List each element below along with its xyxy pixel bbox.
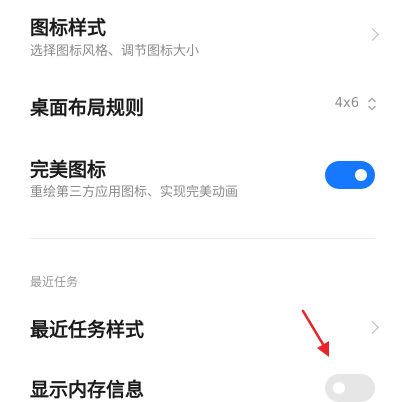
perfect-icons-toggle[interactable] — [325, 161, 375, 189]
icon-style-row[interactable]: 图标样式 选择图标风格、调节图标大小 — [0, 0, 405, 70]
perfect-icons-subtitle: 重绘第三方应用图标、实现完美动画 — [30, 185, 239, 200]
recent-task-style-row[interactable]: 最近任务样式 — [0, 305, 405, 350]
show-memory-info-toggle[interactable] — [325, 374, 375, 402]
toggle-knob — [333, 382, 345, 394]
perfect-icons-row: 完美图标 重绘第三方应用图标、实现完美动画 — [0, 145, 405, 210]
recent-tasks-section-label: 最近任务 — [30, 275, 79, 289]
icon-style-subtitle: 选择图标风格、调节图标大小 — [30, 44, 200, 59]
desktop-layout-value: 4x6 — [334, 96, 359, 111]
annotation-arrow-icon — [301, 309, 329, 357]
chevron-right-icon — [366, 321, 379, 334]
show-memory-info-row: 显示内存信息 — [0, 362, 405, 402]
perfect-icons-title: 完美图标 — [30, 159, 107, 181]
chevron-right-icon — [366, 28, 379, 41]
recent-task-style-title: 最近任务样式 — [30, 319, 145, 341]
desktop-layout-title: 桌面布局规则 — [30, 97, 145, 119]
icon-style-title: 图标样式 — [30, 17, 107, 39]
section-divider — [30, 238, 375, 239]
show-memory-info-title: 显示内存信息 — [30, 379, 145, 401]
up-down-chevron-icon — [367, 97, 377, 111]
desktop-layout-row[interactable]: 桌面布局规则 4x6 — [0, 75, 405, 135]
toggle-knob — [355, 169, 367, 181]
